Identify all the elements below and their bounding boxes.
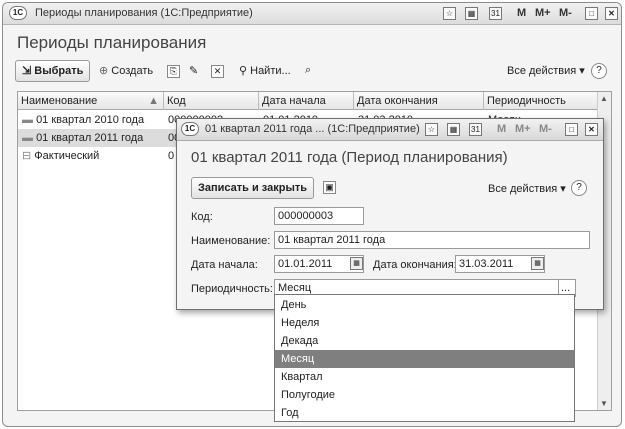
start-calendar-icon[interactable]: ▦	[350, 257, 363, 270]
option-quarter[interactable]: Квартал	[275, 368, 574, 386]
option-week[interactable]: Неделя	[275, 314, 574, 332]
calendar-icon[interactable]: 31	[469, 123, 482, 136]
calculator-icon[interactable]: ▦	[465, 7, 478, 20]
memory-minus-button[interactable]: M-	[559, 7, 572, 19]
dialog-heading: 01 квартал 2011 года (Период планировани…	[191, 149, 508, 166]
dialog-titlebar: 1С 01 квартал 2011 года ... (1С:Предприя…	[177, 119, 603, 141]
all-actions-menu[interactable]: Все действия ▾	[507, 64, 585, 77]
memory-plus-button[interactable]: M+	[515, 123, 531, 135]
col-header-start[interactable]: Дата начала	[259, 92, 354, 110]
periodicity-label: Периодичность:	[191, 283, 273, 295]
restore-icon[interactable]: □	[565, 123, 578, 136]
code-label: Код:	[191, 211, 213, 223]
cancel-search-icon[interactable]: ⌕	[305, 64, 311, 77]
1c-logo-icon: 1С	[181, 122, 199, 136]
col-header-period[interactable]: Периодичность	[484, 92, 599, 110]
col-header-name[interactable]: Наименование ▲	[18, 92, 164, 110]
periodicity-dropdown: День Неделя Декада Месяц Квартал Полугод…	[274, 294, 575, 422]
dialog-window-title: 01 квартал 2011 года ... (1С:Предприятие…	[205, 123, 420, 135]
page-title: Периоды планирования	[17, 33, 207, 52]
option-day[interactable]: День	[275, 296, 574, 314]
option-half-year[interactable]: Полугодие	[275, 386, 574, 404]
close-icon[interactable]: ✕	[605, 7, 618, 20]
close-icon[interactable]: ✕	[585, 123, 598, 136]
save-close-button[interactable]: Записать и закрыть	[191, 177, 315, 199]
calendar-icon[interactable]: 31	[489, 7, 502, 20]
edit-icon[interactable]: ✎	[189, 64, 198, 77]
name-field[interactable]: 01 квартал 2011 года	[274, 231, 590, 249]
select-button[interactable]: ⇲ Выбрать	[15, 60, 91, 82]
magnifier-icon: ⚲	[239, 65, 248, 77]
item-icon: ▬	[22, 132, 33, 144]
find-button[interactable]: ⚲ Найти...	[239, 64, 291, 77]
1c-logo-icon: 1С	[9, 6, 27, 20]
favorite-icon[interactable]: ☆	[443, 7, 456, 20]
start-date-label: Дата начала:	[191, 259, 258, 271]
main-window-title: Периоды планирования (1С:Предприятие)	[35, 7, 253, 19]
period-dialog: 1С 01 квартал 2011 года ... (1С:Предприя…	[176, 118, 604, 310]
col-header-end[interactable]: Дата окончания	[354, 92, 484, 110]
item-icon: ⊟	[22, 150, 32, 162]
item-icon: ▬	[22, 114, 33, 126]
delete-mark-icon[interactable]: ✕	[211, 65, 224, 78]
memory-m-button[interactable]: M	[517, 7, 526, 19]
table-header: Наименование ▲ Код Дата начала Дата окон…	[18, 92, 597, 110]
scroll-down-icon[interactable]: ▼	[600, 399, 608, 408]
option-month-selected[interactable]: Месяц	[275, 350, 574, 368]
option-year[interactable]: Год	[275, 404, 574, 422]
end-calendar-icon[interactable]: ▦	[531, 257, 544, 270]
col-header-code[interactable]: Код	[164, 92, 259, 110]
dialog-help-icon[interactable]: ?	[571, 180, 587, 196]
memory-m-button[interactable]: M	[497, 123, 506, 135]
memory-plus-button[interactable]: M+	[535, 7, 551, 19]
sort-icon: ▲	[148, 95, 159, 107]
end-date-label: Дата окончания:	[373, 259, 457, 271]
restore-icon[interactable]: □	[585, 7, 598, 20]
dialog-all-actions-menu[interactable]: Все действия ▾	[488, 182, 566, 195]
code-field[interactable]: 000000003	[274, 207, 364, 225]
create-button[interactable]: ⊕ Создать	[99, 64, 153, 77]
option-decade[interactable]: Декада	[275, 332, 574, 350]
calculator-icon[interactable]: ▦	[447, 123, 460, 136]
select-icon: ⇲	[22, 65, 35, 77]
help-icon[interactable]: ?	[591, 63, 607, 79]
favorite-icon[interactable]: ☆	[425, 123, 438, 136]
scroll-up-icon[interactable]: ▲	[600, 94, 608, 103]
save-icon[interactable]: ▣	[323, 181, 336, 194]
copy-icon[interactable]: ⎘	[167, 65, 180, 78]
plus-circle-icon: ⊕	[99, 65, 109, 77]
memory-minus-button[interactable]: M-	[539, 123, 552, 135]
main-titlebar: 1С Периоды планирования (1С:Предприятие)…	[3, 3, 621, 25]
name-label: Наименование:	[191, 235, 271, 247]
